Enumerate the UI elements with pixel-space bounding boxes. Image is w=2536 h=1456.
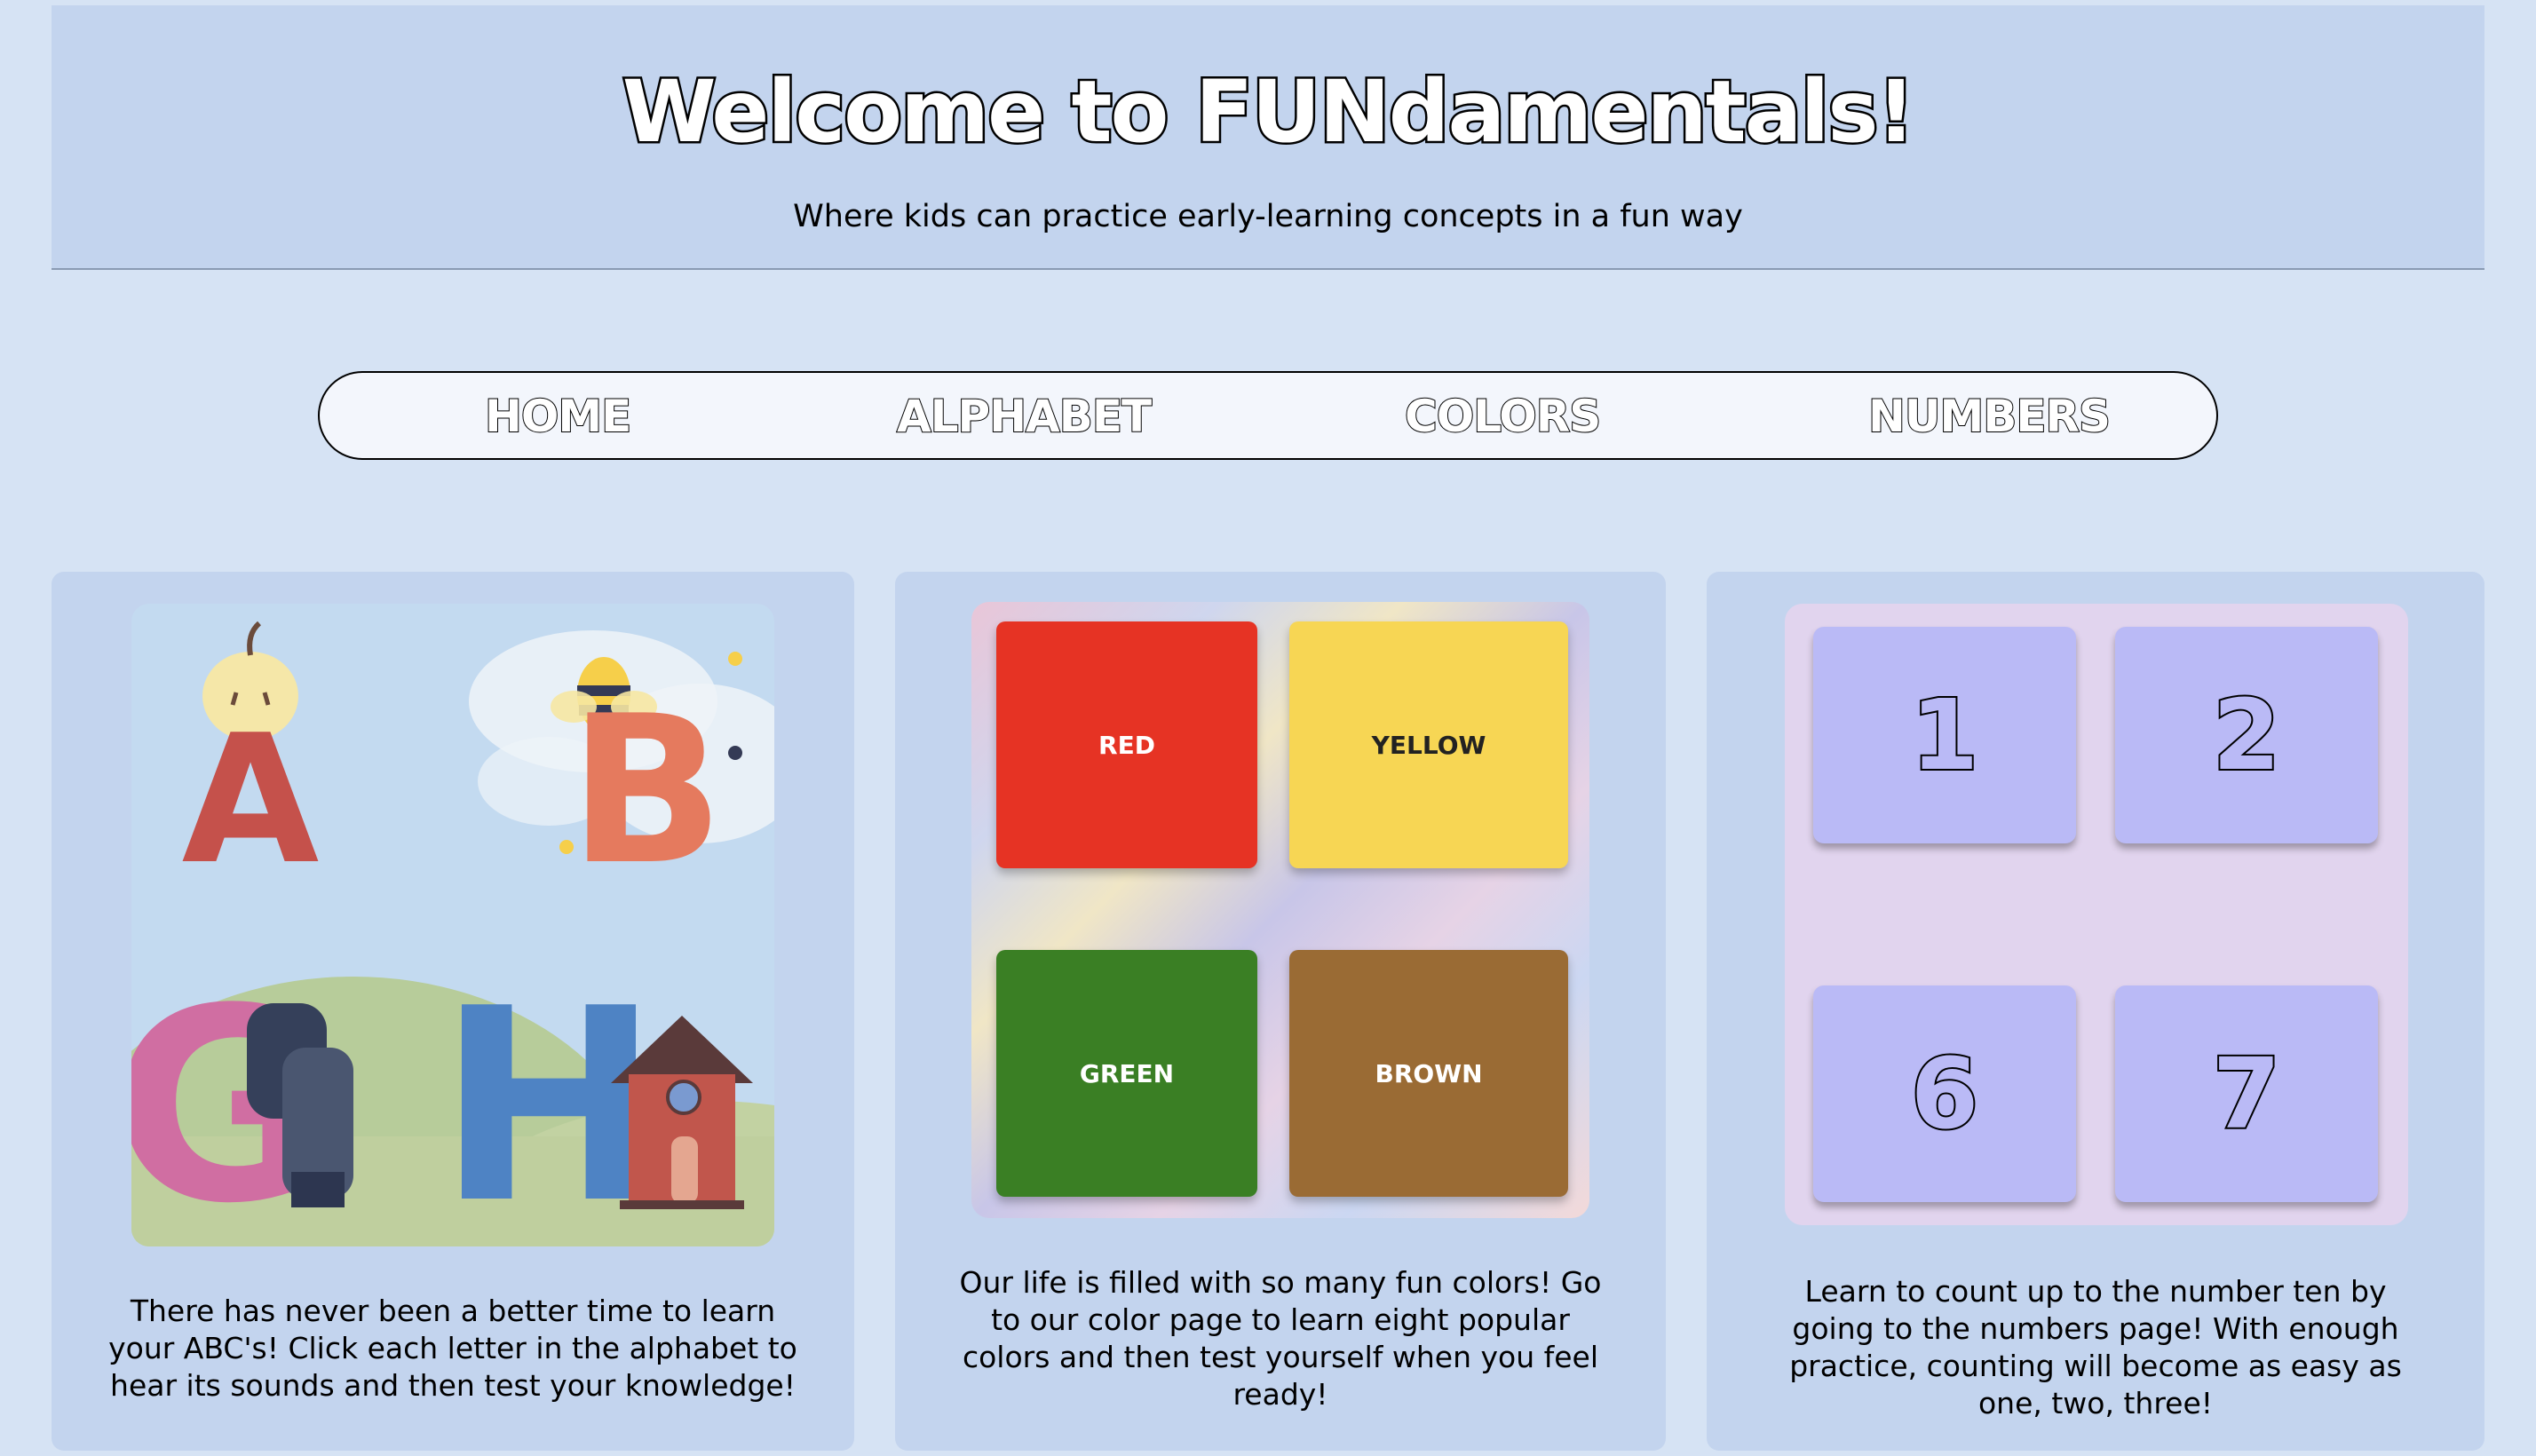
color-tile-brown[interactable]: BROWN bbox=[1289, 950, 1568, 1197]
letter-a: A bbox=[182, 697, 320, 904]
colors-card: RED YELLOW GREEN BROWN Our life is fille… bbox=[895, 572, 1666, 1451]
nav-alphabet[interactable]: ALPHABET bbox=[896, 390, 1153, 443]
letter-b: B bbox=[568, 673, 724, 910]
nav-numbers[interactable]: NUMBERS bbox=[1867, 390, 2112, 443]
colors-image[interactable]: RED YELLOW GREEN BROWN bbox=[971, 602, 1589, 1218]
alphabet-image[interactable]: A B G H bbox=[131, 604, 774, 1246]
alphabet-illustration: A B G H bbox=[131, 621, 774, 1246]
number-tile-2[interactable]: 2 bbox=[2115, 627, 2378, 843]
nav-colors[interactable]: COLORS bbox=[1404, 390, 1602, 443]
color-tile-green[interactable]: GREEN bbox=[996, 950, 1257, 1197]
numbers-card: 1 2 6 7 Learn to count up to the number … bbox=[1707, 572, 2484, 1451]
number-tile-1[interactable]: 1 bbox=[1813, 627, 2076, 843]
page-title: Welcome to FUNdamentals! bbox=[620, 60, 1918, 164]
site-header: Welcome to FUNdamentals! Where kids can … bbox=[52, 5, 2484, 270]
color-tile-yellow[interactable]: YELLOW bbox=[1289, 621, 1568, 868]
page-subtitle: Where kids can practice early-learning c… bbox=[793, 199, 1743, 234]
alphabet-card: A B G H There has never been a better ti… bbox=[52, 572, 854, 1451]
color-tile-red[interactable]: RED bbox=[996, 621, 1257, 868]
numbers-image[interactable]: 1 2 6 7 bbox=[1785, 604, 2408, 1225]
colors-description: Our life is filled with so many fun colo… bbox=[959, 1265, 1602, 1412]
number-tile-6[interactable]: 6 bbox=[1813, 985, 2076, 1202]
nav-home[interactable]: HOME bbox=[484, 390, 632, 443]
numbers-description: Learn to count up to the number ten by g… bbox=[1789, 1274, 2402, 1420]
main-nav: HOME ALPHABET COLORS NUMBERS bbox=[318, 371, 2218, 460]
number-tile-7[interactable]: 7 bbox=[2115, 985, 2378, 1202]
alphabet-description: There has never been a better time to le… bbox=[108, 1294, 797, 1403]
